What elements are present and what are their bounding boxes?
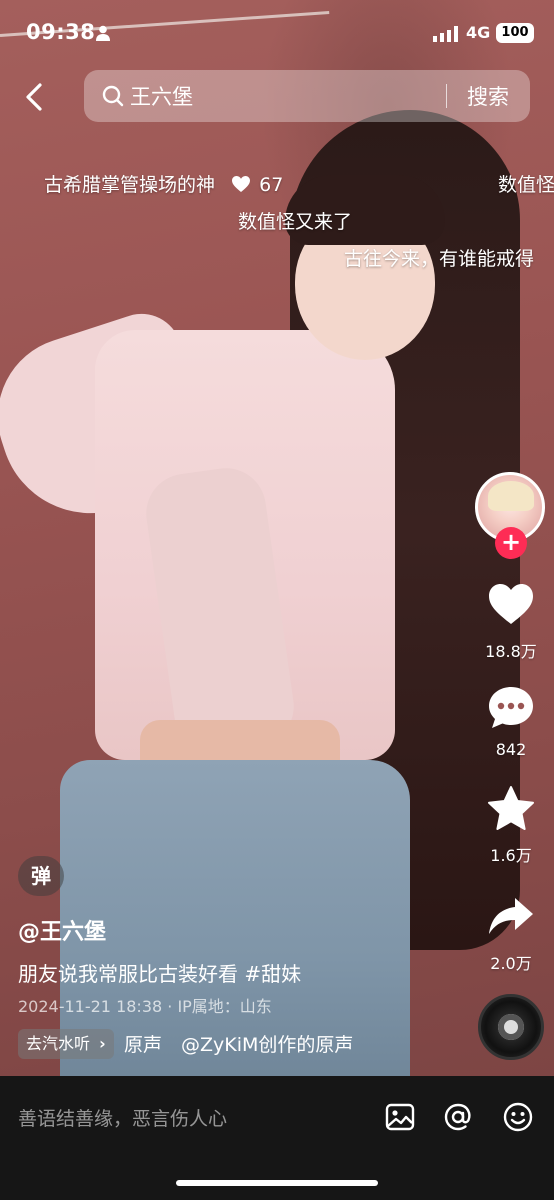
favorite-star-icon[interactable] [486,784,536,834]
search-input[interactable]: 王六堡 [130,81,193,111]
danmaku-toggle-button[interactable]: 弹 [18,856,64,896]
chevron-right-icon: › [99,1034,106,1053]
search-icon [102,85,124,107]
like-heart-icon[interactable] [486,580,536,630]
danmaku-item[interactable]: 古往今来，有谁能戒得 [344,244,534,271]
comment-input[interactable]: 善语结善缘，恶言伤人心 [18,1104,227,1131]
back-button[interactable] [20,80,48,114]
danmaku-text: 古希腊掌管操场的神 [44,174,216,196]
danmaku-item[interactable]: 数值怪 [498,170,554,197]
listen-tag-label: 去汽水听 [26,1034,91,1053]
person-icon [96,25,110,41]
danmaku-like-count: 67 [259,174,284,196]
heart-icon [232,176,251,192]
music-disc-icon[interactable] [478,994,544,1060]
post-date-location: 2024-11-21 18:38 · IP属地：山东 [18,997,272,1016]
author-name[interactable]: @王六堡 [18,914,106,946]
chevron-left-icon [26,83,42,111]
danmaku-item[interactable]: 数值怪又来了 [238,207,352,234]
video-description[interactable]: 朋友说我常服比古装好看 #甜妹 [18,958,301,987]
comment-icon[interactable] [486,683,536,733]
signal-icon [433,26,458,42]
status-time: 09:38 [26,20,96,44]
share-arrow-icon[interactable] [486,892,536,942]
music-title[interactable]: 原声 @ZyKiM创作的原声 [124,1030,372,1057]
favorite-count: 1.6万 [490,846,532,865]
danmaku-item[interactable]: 古希腊掌管操场的神 67 [44,170,283,197]
search-divider [446,84,447,108]
follow-button[interactable]: + [495,527,527,559]
status-bar: 09:38 4G 100 [0,0,554,66]
battery-icon: 100 [496,23,534,43]
image-icon[interactable] [384,1101,416,1133]
share-count: 2.0万 [490,954,532,973]
network-type: 4G [466,23,491,42]
emoji-icon[interactable] [502,1101,534,1133]
search-bar[interactable]: 王六堡 搜索 [84,70,530,122]
comment-count: 842 [495,740,527,759]
mention-icon[interactable] [442,1101,474,1133]
like-count: 18.8万 [485,642,537,661]
search-button[interactable]: 搜索 [467,81,509,111]
home-indicator [176,1180,378,1186]
listen-tag-button[interactable]: 去汽水听 › [18,1029,114,1059]
